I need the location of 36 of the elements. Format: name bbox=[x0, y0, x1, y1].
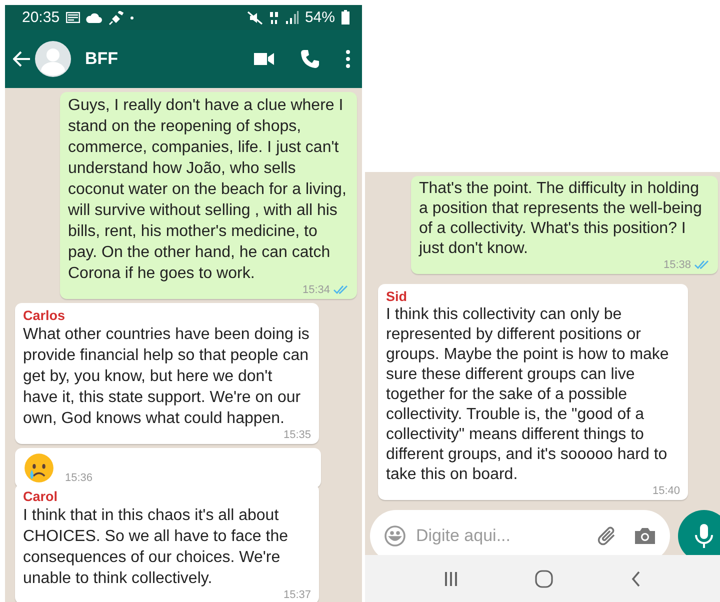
cloud-icon bbox=[86, 12, 102, 22]
signal-icon bbox=[284, 10, 299, 24]
message-time: 15:36 bbox=[65, 472, 93, 484]
sender-name: Carol bbox=[23, 489, 59, 505]
more-options-icon[interactable] bbox=[346, 50, 350, 68]
mute-icon bbox=[246, 10, 263, 24]
sender-name: Carlos bbox=[23, 308, 66, 324]
message-input[interactable]: Digite aqui... bbox=[414, 525, 588, 547]
camera-icon[interactable] bbox=[634, 527, 656, 545]
message-time: 15:37 bbox=[283, 589, 311, 601]
phone-icon[interactable] bbox=[300, 49, 320, 69]
message-time: 15:40 bbox=[652, 485, 680, 497]
message-text: That's the point. The difficulty in holding a position that represents the well-being of a collectivity. What's this position? I just don't know. bbox=[419, 179, 703, 259]
avatar-icon[interactable] bbox=[35, 41, 71, 77]
battery-icon bbox=[341, 10, 350, 25]
chat-title[interactable]: BFF bbox=[85, 49, 118, 69]
battery-percent: 54% bbox=[304, 9, 335, 26]
crying-face-icon bbox=[23, 452, 55, 484]
message-text: What other countries have been doing is provide financial help so that people can get by, you know, but here we don't have it, this state support. We're on our own, God knows what could happen. bbox=[23, 325, 310, 429]
sender-name: Sid bbox=[386, 289, 408, 305]
home-icon[interactable] bbox=[535, 570, 554, 588]
message-text: I think this collectivity can only be represented by different positions or groups. Maybe the point is how to make sure these different groups can live together for the sake of a possible collectivity. Trouble is, the "good of a collectivity" means different things to different groups, and it's sooooo hard to take this on board. bbox=[386, 305, 670, 485]
emoji-icon[interactable] bbox=[384, 525, 406, 547]
status-time: 20:35 bbox=[22, 9, 60, 26]
message-text: I think that in this chaos it's all about CHOICES. So we all have to face the consequences of our choices. We're unable to think collectively. bbox=[23, 506, 290, 589]
message-time: 15:34 bbox=[302, 284, 330, 296]
video-camera-icon[interactable] bbox=[254, 52, 274, 66]
message-time: 15:38 bbox=[663, 259, 691, 271]
back-arrow-icon[interactable] bbox=[13, 51, 31, 67]
back-icon[interactable] bbox=[631, 570, 642, 586]
message-text: Guys, I really don't have a clue where I stand on the reopening of shops, commerce, companies, life. I just can't understand how João, who sells coconut water on the beach for a living, will survive without selling , with all his bills, rent, his mother's medicine, to pay. On the other hand, he can catch Corona if he goes to work. bbox=[68, 96, 348, 284]
dot-icon bbox=[130, 16, 134, 20]
message-time: 15:35 bbox=[283, 429, 311, 441]
network-type-icon bbox=[268, 10, 279, 24]
recent-apps-icon[interactable] bbox=[444, 570, 458, 586]
mail-icon bbox=[66, 12, 80, 23]
